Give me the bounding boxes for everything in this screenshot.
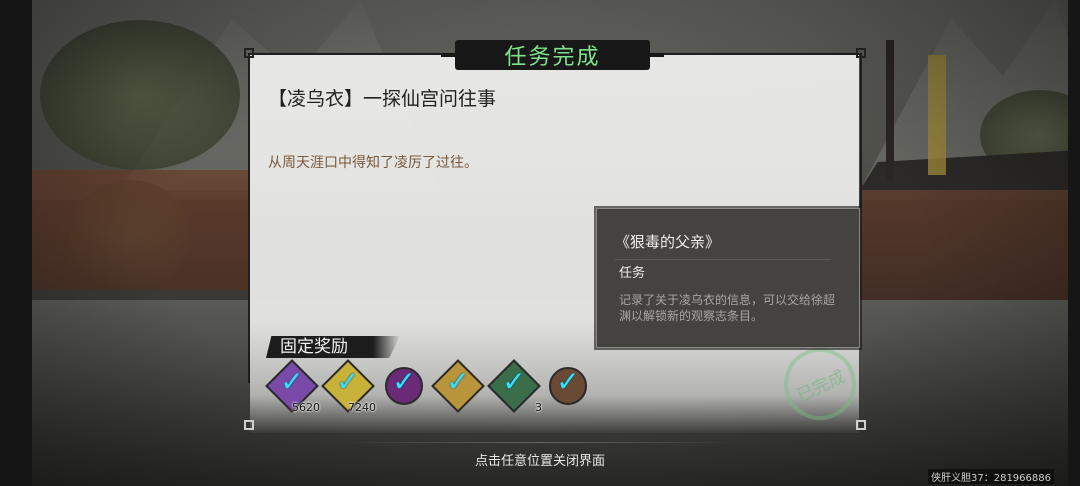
tooltip-description: 记录了关于凌乌衣的信息，可以交给徐超渊以解锁新的观察志条目。 [619, 293, 836, 323]
reward-item[interactable]: ✓ 3 [487, 359, 542, 414]
tooltip-divider [615, 259, 831, 260]
check-icon: ✓ [502, 365, 526, 398]
footer-divider [338, 442, 742, 443]
reward-item[interactable]: ✓ [431, 359, 485, 413]
panel-title: 任务完成 [441, 40, 664, 70]
frame-corner [856, 420, 866, 430]
check-icon: ✓ [556, 365, 580, 398]
frame-corner [856, 48, 866, 58]
check-icon: ✓ [392, 365, 416, 398]
check-icon: ✓ [336, 365, 360, 398]
quest-description: 从周天涯口中得知了凌厉了过往。 [268, 155, 478, 171]
frame-left [248, 53, 250, 383]
watermark: 侠肝义胆37：281966886 [928, 469, 1054, 484]
tooltip-type: 任务 [619, 266, 646, 281]
frame-corner [244, 48, 254, 58]
reward-item[interactable]: ✓ [377, 359, 431, 413]
frame-top-right [650, 53, 862, 55]
reward-count: 3 [535, 401, 542, 414]
close-hint[interactable]: 点击任意位置关闭界面 [0, 450, 1080, 469]
frame-corner [244, 420, 254, 430]
reward-item[interactable]: ✓ 5620 [265, 359, 320, 414]
fixed-rewards-header: 固定奖励 [266, 336, 400, 358]
reward-count: 5620 [292, 401, 320, 414]
reward-item[interactable]: ✓ 7240 [321, 359, 376, 414]
reward-item[interactable]: ✓ [541, 359, 595, 413]
tooltip-title: 《狠毒的父亲》 [615, 233, 721, 251]
check-icon: ✓ [280, 365, 304, 398]
quest-name: 【凌乌衣】一探仙宫问往事 [268, 88, 497, 110]
frame-top-left [249, 53, 455, 55]
frame-right [860, 53, 862, 208]
item-tooltip: 《狠毒的父亲》 任务 记录了关于凌乌衣的信息，可以交给徐超渊以解锁新的观察志条目… [594, 206, 862, 350]
check-icon: ✓ [446, 365, 470, 398]
reward-count: 7240 [348, 401, 376, 414]
